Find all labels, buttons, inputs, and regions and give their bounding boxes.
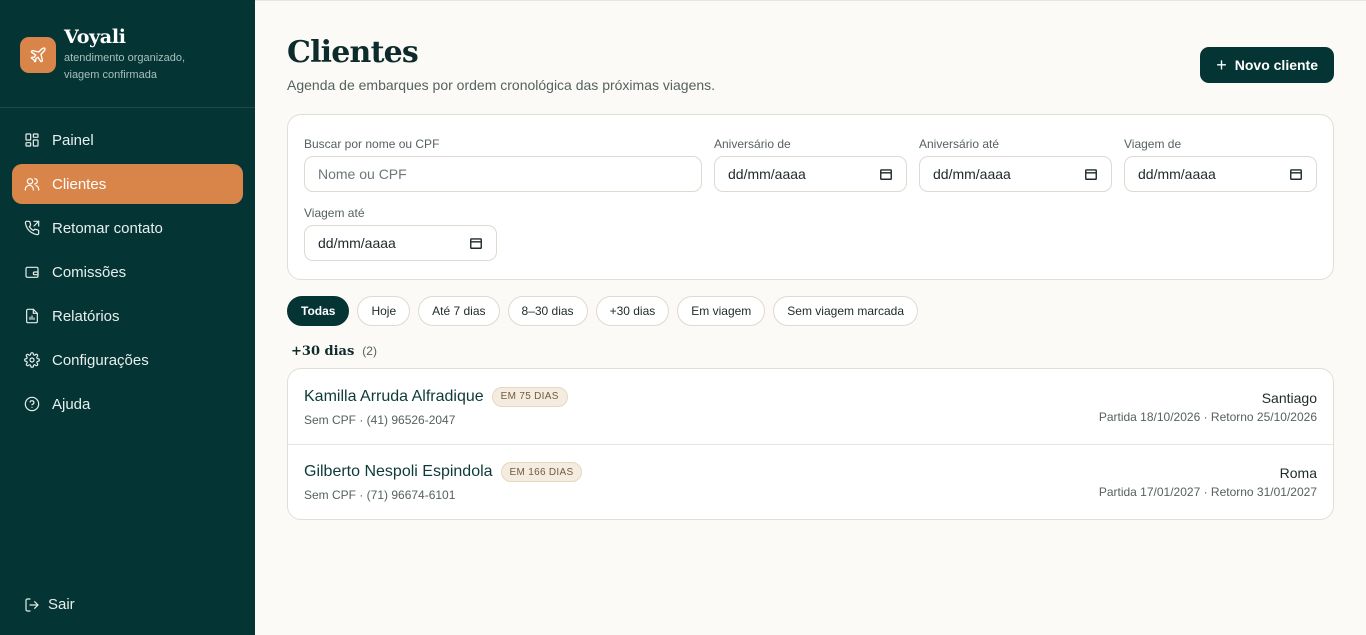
sidebar-item-label: Comissões — [52, 263, 127, 281]
group-count: (2) — [362, 344, 377, 358]
plane-icon — [20, 37, 56, 73]
sidebar-item-painel[interactable]: Painel — [12, 120, 243, 160]
group-header: +30 dias (2) — [291, 344, 1334, 359]
days-badge: EM 166 DIAS — [500, 462, 583, 482]
sidebar-item-label: Clientes — [52, 175, 107, 193]
main-content: Clientes Agenda de embarques por ordem c… — [255, 0, 1366, 635]
brand-name: Voyali — [64, 26, 126, 48]
client-row[interactable]: Gilberto Nespoli Espindola EM 166 DIAS S… — [288, 444, 1333, 519]
calendar-icon[interactable] — [1084, 167, 1098, 181]
client-destination: Roma — [1279, 465, 1317, 481]
chip-em-viagem[interactable]: Em viagem — [677, 296, 766, 326]
chip-ate-7-dias[interactable]: Até 7 dias — [418, 296, 500, 326]
sidebar: Voyali atendimento organizado, viagem co… — [0, 0, 255, 635]
group-title: +30 dias — [291, 344, 355, 359]
trip-to-input[interactable]: dd/mm/aaaa — [304, 225, 497, 261]
new-client-label: Novo cliente — [1234, 57, 1318, 73]
sidebar-item-label: Ajuda — [52, 395, 91, 413]
birthday-to-input[interactable]: dd/mm/aaaa — [919, 156, 1112, 192]
birthday-from-value: dd/mm/aaaa — [728, 166, 806, 182]
logout-icon — [25, 597, 39, 612]
sidebar-item-relatorios[interactable]: Relatórios — [12, 296, 243, 336]
sidebar-item-label: Configurações — [52, 351, 149, 369]
client-destination: Santiago — [1261, 389, 1317, 406]
client-meta: Sem CPF · (41) 96526-2047 — [304, 412, 456, 427]
search-label: Buscar por nome ou CPF — [304, 137, 440, 151]
days-badge: EM 75 DIAS — [491, 386, 568, 407]
phone-icon — [24, 220, 40, 236]
calendar-icon[interactable] — [879, 167, 893, 181]
sidebar-item-label: Retomar contato — [52, 219, 163, 237]
chip-30-dias[interactable]: +30 dias — [595, 296, 670, 326]
birthday-to-value: dd/mm/aaaa — [933, 166, 1011, 182]
trip-to-label: Viagem até — [304, 206, 365, 220]
sidebar-item-configuracoes[interactable]: Configurações — [12, 340, 243, 380]
brand-tagline: atendimento organizado, — [64, 52, 186, 64]
help-icon — [24, 396, 40, 412]
calendar-icon[interactable] — [1289, 167, 1303, 181]
filter-panel: Buscar por nome ou CPF Nome ou CPF Anive… — [287, 114, 1334, 280]
search-input[interactable]: Nome ou CPF — [304, 156, 702, 192]
report-icon — [24, 308, 40, 324]
chip-todas[interactable]: Todas — [287, 296, 350, 326]
new-client-button[interactable]: + Novo cliente — [1200, 47, 1334, 83]
plus-icon: + — [1216, 55, 1227, 75]
brand: Voyali atendimento organizado, viagem co… — [0, 0, 255, 108]
logout-button[interactable]: Sair — [24, 596, 75, 613]
trip-from-input[interactable]: dd/mm/aaaa — [1124, 156, 1317, 192]
logout-label: Sair — [48, 596, 75, 613]
users-icon — [24, 176, 40, 192]
sidebar-item-comissoes[interactable]: Comissões — [12, 252, 243, 292]
client-dates: Partida 18/10/2026 · Retorno 25/10/2026 — [1098, 409, 1317, 424]
page-subtitle: Agenda de embarques por ordem cronológic… — [287, 77, 716, 93]
dashboard-icon — [24, 132, 40, 148]
birthday-from-label: Aniversário de — [714, 137, 791, 151]
chip-8-30-dias[interactable]: 8–30 dias — [507, 296, 588, 326]
client-name[interactable]: Gilberto Nespoli Espindola — [304, 463, 493, 481]
birthday-from-input[interactable]: dd/mm/aaaa — [714, 156, 907, 192]
gear-icon — [24, 352, 40, 368]
trip-from-value: dd/mm/aaaa — [1138, 166, 1216, 182]
trip-to-value: dd/mm/aaaa — [318, 235, 396, 251]
chip-hoje[interactable]: Hoje — [357, 296, 411, 326]
client-dates: Partida 17/01/2027 · Retorno 31/01/2027 — [1098, 485, 1317, 499]
sidebar-item-label: Painel — [52, 131, 94, 149]
calendar-icon[interactable] — [469, 236, 483, 250]
brand-tagline-2: viagem confirmada — [64, 69, 157, 81]
sidebar-item-clientes[interactable]: Clientes — [12, 164, 243, 204]
sidebar-item-label: Relatórios — [52, 307, 120, 325]
chip-sem-viagem[interactable]: Sem viagem marcada — [773, 296, 919, 326]
page-header: Clientes Agenda de embarques por ordem c… — [287, 35, 1334, 93]
sidebar-item-ajuda[interactable]: Ajuda — [12, 384, 243, 424]
wallet-icon — [24, 264, 40, 280]
page-title: Clientes — [287, 35, 419, 70]
client-list: Kamilla Arruda Alfradique EM 75 DIAS Sem… — [287, 368, 1334, 520]
birthday-to-label: Aniversário até — [919, 137, 1000, 151]
trip-from-label: Viagem de — [1124, 137, 1182, 151]
client-row[interactable]: Kamilla Arruda Alfradique EM 75 DIAS Sem… — [288, 369, 1333, 444]
sidebar-nav: Painel Clientes Retomar contato Comissõe… — [0, 108, 255, 428]
filter-chips: Todas Hoje Até 7 dias 8–30 dias +30 dias… — [287, 296, 1334, 326]
sidebar-item-retomar-contato[interactable]: Retomar contato — [12, 208, 243, 248]
client-meta: Sem CPF · (71) 96674-6101 — [304, 488, 456, 502]
client-name[interactable]: Kamilla Arruda Alfradique — [304, 388, 484, 406]
